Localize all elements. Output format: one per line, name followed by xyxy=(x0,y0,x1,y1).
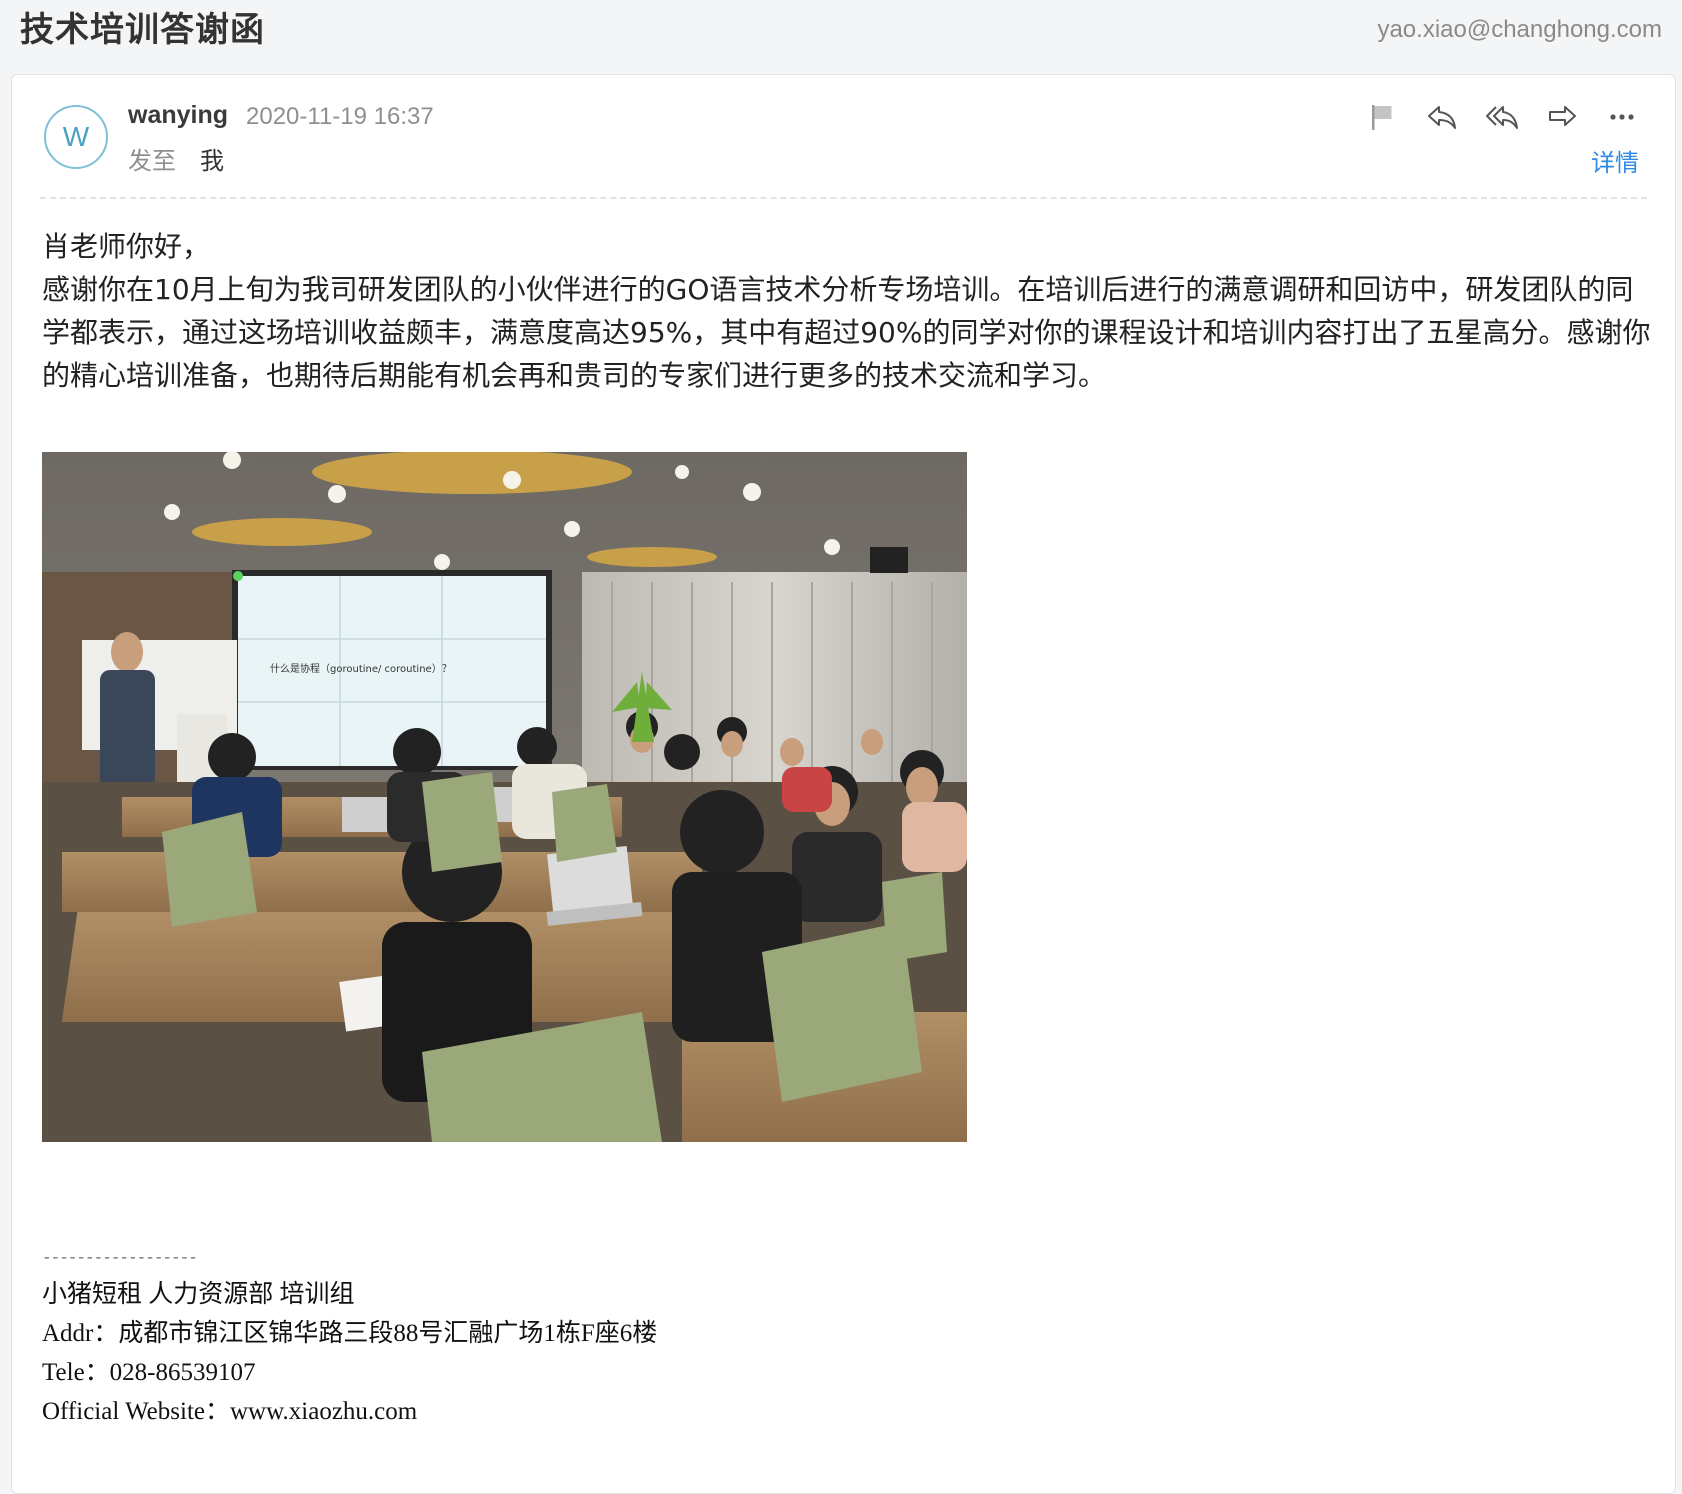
flag-button[interactable] xyxy=(1365,100,1399,134)
sender-avatar[interactable]: W xyxy=(44,105,108,169)
forward-icon xyxy=(1549,106,1576,126)
reply-all-icon xyxy=(1486,106,1518,129)
forward-button[interactable] xyxy=(1545,100,1579,134)
more-button[interactable] xyxy=(1605,100,1639,134)
email-subject: 技术培训答谢函 xyxy=(20,10,265,50)
flag-icon xyxy=(1372,105,1392,130)
body-paragraph: 感谢你在10月上旬为我司研发团队的小伙伴进行的GO语言技术分析专场培训。在培训后… xyxy=(42,273,1651,392)
training-photo[interactable]: 什么是协程（goroutine/ coroutine）？ xyxy=(42,452,967,1142)
details-link[interactable]: 详情 xyxy=(1591,143,1639,178)
signature-phone: Tele：028-86539107 xyxy=(42,1359,256,1386)
header-divider xyxy=(40,197,1647,199)
recipient-label: 发至 xyxy=(128,147,176,175)
email-body: 肖老师你好， 感谢你在10月上旬为我司研发团队的小伙伴进行的GO语言技术分析专场… xyxy=(42,225,1652,397)
recipient-name[interactable]: 我 xyxy=(200,141,224,176)
email-header: W wanying 2020-11-19 16:37 发至 我 详情 xyxy=(12,75,1675,199)
account-address: yao.xiao@changhong.com xyxy=(1377,16,1662,43)
classroom-photo: 什么是协程（goroutine/ coroutine）？ xyxy=(42,452,967,1142)
signature-website: Official Website：www.xiaozhu.com xyxy=(42,1398,418,1425)
signature-rule: ------------------ xyxy=(42,1249,198,1267)
reply-all-button[interactable] xyxy=(1485,100,1519,134)
reply-icon xyxy=(1428,106,1456,129)
email-card: W wanying 2020-11-19 16:37 发至 我 详情 肖老师你好… xyxy=(11,74,1676,1494)
top-bar: 技术培训答谢函 yao.xiao@changhong.com xyxy=(0,0,1682,74)
reply-button[interactable] xyxy=(1425,100,1459,134)
slide-text: 什么是协程（goroutine/ coroutine）？ xyxy=(270,662,452,675)
signature-org: 小猪短租 人力资源部 培训组 xyxy=(42,1281,355,1308)
signature-block: 小猪短租 人力资源部 培训组 Addr：成都市锦江区锦华路三段88号汇融广场1栋… xyxy=(42,1275,657,1431)
sender-name[interactable]: wanying xyxy=(128,101,228,130)
message-actions xyxy=(1365,97,1639,137)
sent-date: 2020-11-19 16:37 xyxy=(246,103,434,130)
signature-address: Addr：成都市锦江区锦华路三段88号汇融广场1栋F座6楼 xyxy=(42,1320,658,1347)
greeting-text: 肖老师你好， xyxy=(42,230,211,263)
more-icon xyxy=(1610,114,1634,120)
